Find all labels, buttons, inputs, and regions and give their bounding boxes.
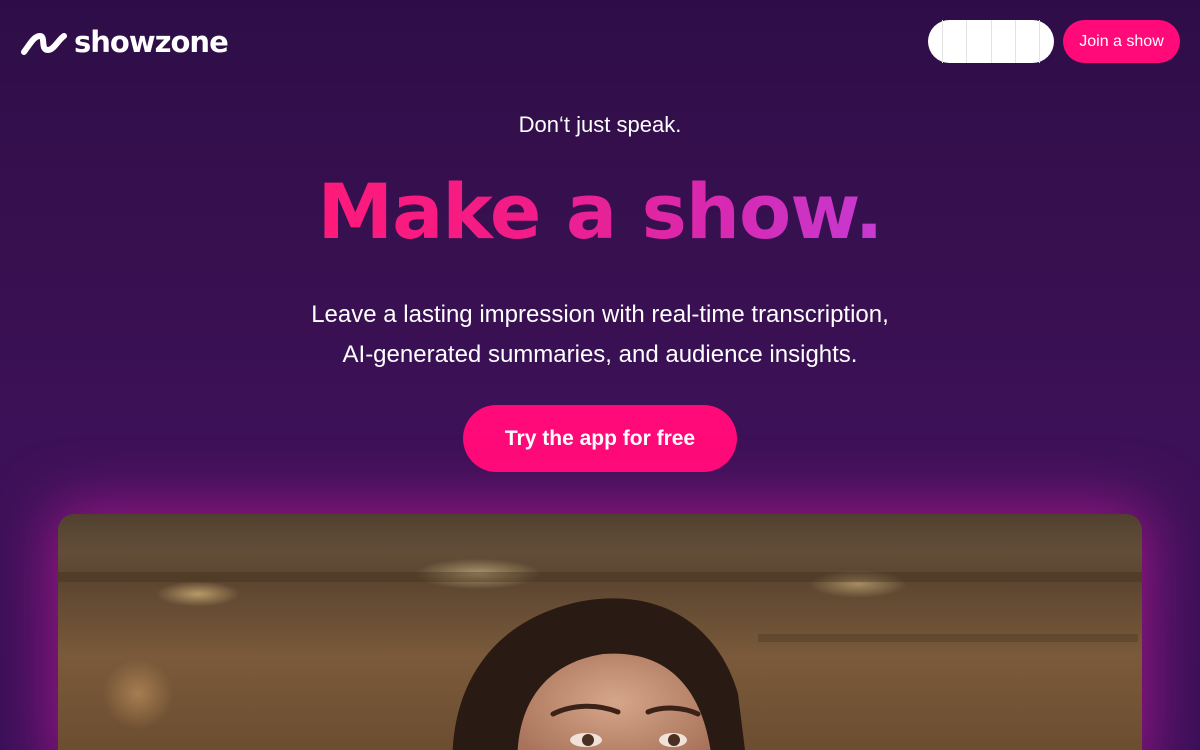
site-header: showzone Join a show	[0, 0, 1200, 84]
language-option[interactable]	[992, 20, 1016, 63]
showzone-logo[interactable]: showzone	[20, 25, 229, 59]
hero-tagline: Don‘t just speak.	[518, 112, 682, 137]
hero-headline-text: Make a show.	[317, 167, 884, 256]
try-app-button[interactable]: Try the app for free	[463, 405, 737, 472]
language-option[interactable]	[942, 20, 968, 63]
join-show-button[interactable]: Join a show	[1063, 20, 1180, 63]
hero-video[interactable]	[58, 514, 1142, 750]
hero-description-line-2: AI-generated summaries, and audience ins…	[342, 341, 858, 368]
language-option[interactable]	[967, 20, 992, 63]
hero-description-line-1: Leave a lasting impression with real-tim…	[311, 301, 889, 328]
hero-headline: Make a show.	[0, 160, 1200, 264]
brand-name: showzone	[74, 25, 229, 59]
hero-description: Leave a lasting impression with real-tim…	[250, 295, 950, 375]
language-selector[interactable]	[928, 20, 1054, 63]
language-option[interactable]	[1016, 20, 1040, 63]
speaker-video-image	[58, 514, 1142, 750]
wave-logo-icon	[21, 33, 67, 55]
